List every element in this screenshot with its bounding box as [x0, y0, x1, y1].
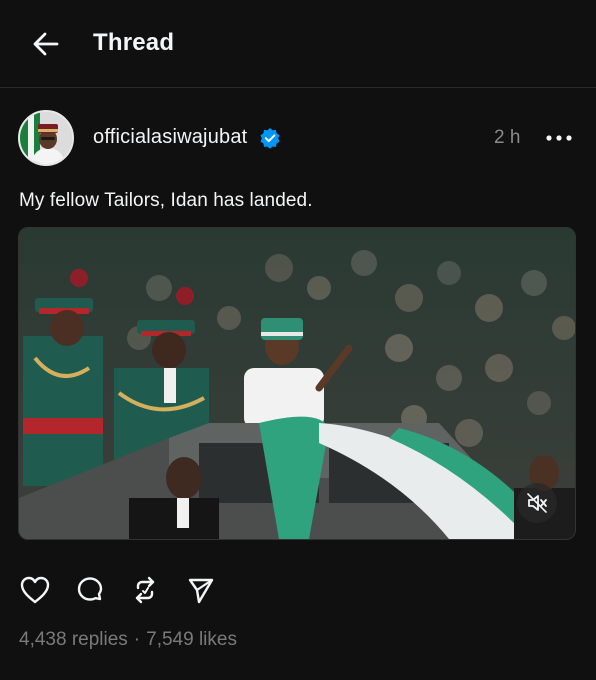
username[interactable]: officialasiwajubat	[93, 126, 247, 149]
volume-muted-icon	[527, 493, 547, 513]
repost-icon	[135, 576, 155, 604]
verified-badge-icon	[260, 128, 280, 149]
share-button[interactable]	[184, 573, 218, 607]
comment-button[interactable]	[73, 573, 107, 607]
share-icon	[188, 578, 214, 604]
replies-count[interactable]: 4,438 replies	[19, 629, 128, 651]
more-dots-icon	[546, 135, 572, 141]
top-bar: Thread	[0, 0, 596, 88]
more-options-button[interactable]	[542, 126, 576, 150]
post-video[interactable]	[18, 227, 576, 540]
comment-icon	[77, 577, 103, 601]
stats-separator: ·	[133, 629, 141, 650]
post-caption: My fellow Tailors, Idan has landed.	[19, 190, 313, 211]
back-button[interactable]	[28, 26, 64, 62]
arrow-left-icon	[33, 32, 59, 56]
avatar-image	[20, 112, 72, 164]
page-title: Thread	[93, 29, 175, 56]
repost-button[interactable]	[128, 573, 162, 607]
officer-left	[23, 269, 103, 486]
mute-toggle-button[interactable]	[517, 483, 557, 523]
avatar[interactable]	[18, 110, 74, 166]
post-stats: 4,438 replies · 7,549 likes	[19, 629, 237, 651]
video-frame	[19, 228, 575, 539]
post-timestamp: 2 h	[494, 127, 521, 148]
heart-icon	[20, 576, 50, 604]
likes-count[interactable]: 7,549 likes	[146, 629, 237, 651]
like-button[interactable]	[18, 573, 52, 607]
